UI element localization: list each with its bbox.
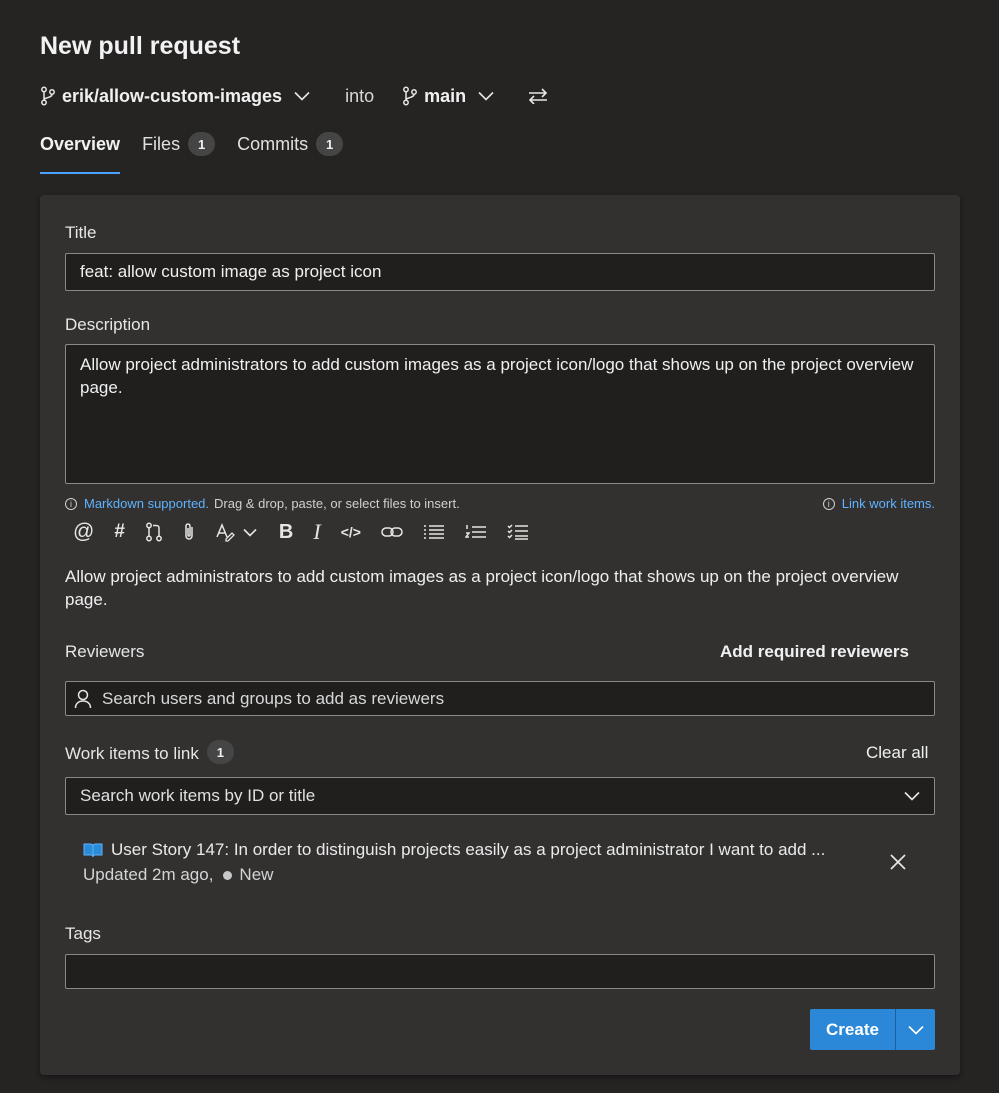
pull-request-form: Title feat: allow custom image as projec… [40, 195, 960, 1075]
swap-branches-button[interactable] [528, 88, 548, 104]
work-items-search-dropdown[interactable]: Search work items by ID or title [65, 777, 935, 815]
formatting-toolbar: @ # B I </> [73, 519, 549, 545]
branch-selector-row: erik/allow-custom-images into main [40, 82, 548, 110]
source-branch-dropdown[interactable]: erik/allow-custom-images [40, 86, 310, 107]
italic-icon[interactable]: I [313, 519, 320, 545]
markdown-hint: Drag & drop, paste, or select files to i… [214, 496, 460, 511]
markdown-supported-link[interactable]: Markdown supported. [84, 496, 209, 511]
create-button-group: Create [810, 1009, 935, 1050]
user-story-icon [83, 843, 103, 858]
work-items-label: Work items to link [65, 743, 199, 763]
work-items-label-group: Work items to link 1 [65, 740, 234, 764]
branch-icon [41, 86, 55, 106]
tab-label: Commits [237, 134, 309, 154]
into-label: into [345, 85, 375, 106]
code-icon[interactable]: </> [341, 519, 361, 545]
mention-icon[interactable]: @ [73, 519, 94, 545]
count-badge: 1 [316, 132, 344, 156]
info-icon: i [65, 497, 77, 510]
description-textarea[interactable]: Allow project administrators to add cust… [65, 344, 935, 484]
title-input[interactable]: feat: allow custom image as project icon [65, 253, 935, 291]
pull-request-icon[interactable] [145, 519, 163, 545]
tab-bar: Overview Files 1 Commits 1 [40, 130, 365, 176]
bold-icon[interactable]: B [279, 519, 293, 545]
bullet-list-icon[interactable] [423, 519, 445, 545]
reviewers-search-input[interactable]: Search users and groups to add as review… [65, 681, 935, 716]
description-label: Description [65, 315, 151, 334]
page-title: New pull request [40, 32, 241, 60]
description-hint-row: i Markdown supported. Drag & drop, paste… [65, 496, 935, 511]
tags-label: Tags [65, 924, 101, 943]
tab-commits[interactable]: Commits 1 [237, 130, 344, 176]
clear-all-button[interactable]: Clear all [866, 743, 928, 763]
person-icon [74, 689, 92, 708]
work-items-placeholder: Search work items by ID or title [80, 786, 316, 805]
source-branch-name: erik/allow-custom-images [62, 85, 283, 106]
target-branch-name: main [424, 85, 467, 106]
add-required-reviewers-button[interactable]: Add required reviewers [720, 642, 909, 662]
create-options-button[interactable] [895, 1009, 935, 1050]
hashtag-icon[interactable]: # [114, 519, 125, 545]
remove-work-item-button[interactable] [890, 854, 906, 875]
target-branch-dropdown[interactable]: main [402, 86, 494, 107]
reviewers-placeholder: Search users and groups to add as review… [102, 688, 445, 708]
create-button[interactable]: Create [810, 1009, 895, 1050]
title-label: Title [65, 223, 97, 242]
work-item-updated: Updated 2m ago, [83, 865, 214, 884]
chevron-down-icon [907, 1025, 924, 1035]
branch-icon [403, 86, 418, 106]
tab-label: Overview [40, 134, 121, 154]
chevron-down-icon [294, 91, 310, 101]
attach-icon[interactable] [183, 519, 195, 545]
work-item-title: User Story 147: In order to distinguish … [111, 840, 826, 859]
swap-icon [528, 88, 548, 104]
description-preview: Allow project administrators to add cust… [65, 567, 899, 609]
numbered-list-icon[interactable] [464, 519, 487, 545]
close-icon [890, 854, 906, 870]
chevron-down-icon [904, 791, 920, 801]
reviewers-label: Reviewers [65, 642, 145, 661]
state-dot [223, 870, 233, 880]
tags-input[interactable] [65, 954, 935, 989]
checklist-icon[interactable] [507, 519, 529, 545]
tab-files[interactable]: Files 1 [142, 130, 216, 176]
link-icon[interactable] [381, 519, 403, 545]
count-badge: 1 [188, 132, 216, 156]
count-badge: 1 [206, 740, 234, 764]
chevron-down-icon [478, 91, 494, 101]
work-item-state: New [239, 865, 274, 884]
info-icon: i [822, 497, 835, 510]
linked-work-item[interactable]: User Story 147: In order to distinguish … [83, 840, 913, 885]
chevron-down-icon[interactable] [243, 519, 257, 545]
tab-label: Files [142, 134, 181, 154]
tab-overview[interactable]: Overview [40, 130, 121, 176]
link-work-items-link[interactable]: Link work items. [842, 496, 935, 511]
format-icon[interactable] [215, 519, 235, 545]
